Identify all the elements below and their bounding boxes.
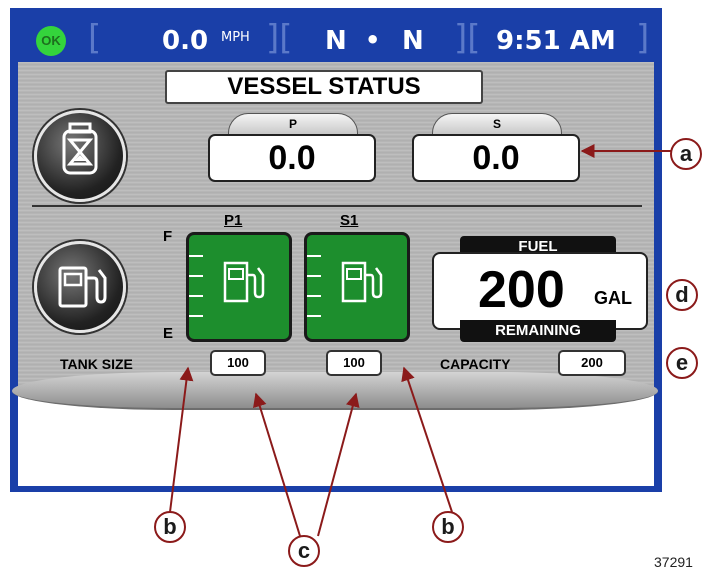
callout-d: d [666,279,698,311]
callout-c-arrow-2 [317,392,360,537]
figure-reference: 37291 [654,554,693,570]
callout-arrows [169,144,672,537]
callout-b-right-arrow [401,366,453,513]
callout-b-right: b [432,511,464,543]
callout-a: a [670,138,702,170]
callout-c: c [288,535,320,567]
callout-c-arrow-1 [253,392,301,537]
callout-b-left: b [154,511,186,543]
callout-e: e [666,347,698,379]
callout-b-left-arrow [169,366,194,513]
